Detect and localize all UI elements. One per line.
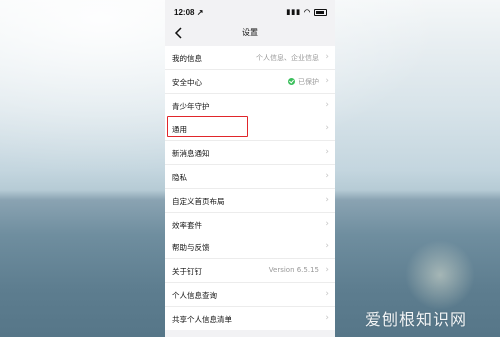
protected-status: 已保护 [298, 78, 319, 86]
phone-screen: 12:08 ↗ ▮▮▮ ◠ 设置 我的信息 个人信息、企业信息 › 安全中心 已… [165, 0, 335, 337]
battery-icon [314, 8, 327, 16]
row-label: 隐私 [172, 173, 187, 182]
settings-row-security-center[interactable]: 安全中心 已保护 › [165, 70, 335, 94]
row-value: 已保护 [288, 77, 319, 87]
status-time: 12:08 ↗ [174, 8, 203, 17]
version-text: Version 6.5.15 [268, 266, 319, 274]
status-bar: 12:08 ↗ ▮▮▮ ◠ [165, 0, 335, 22]
wifi-icon: ◠ [303, 9, 312, 16]
settings-row-notifications[interactable]: 新消息通知 › [165, 141, 335, 165]
settings-row-shared-info-list[interactable]: 共享个人信息清单 › [165, 307, 335, 330]
row-label: 安全中心 [172, 78, 202, 87]
settings-row-privacy[interactable]: 隐私 › [165, 165, 335, 189]
row-label: 关于钉钉 [172, 267, 202, 276]
chevron-right-icon: › [325, 52, 329, 62]
chevron-right-icon: › [325, 123, 329, 133]
chevron-right-icon: › [325, 265, 329, 275]
row-label: 帮助与反馈 [172, 243, 210, 252]
nav-bar: 设置 [165, 22, 335, 44]
chevron-right-icon: › [325, 100, 329, 110]
settings-section-account: 我的信息 个人信息、企业信息 › 安全中心 已保护 › 青少年守护 › [165, 46, 335, 117]
watermark: 爱刨根知识网 [365, 310, 468, 329]
status-time-text: 12:08 [174, 8, 195, 17]
chevron-right-icon: › [325, 147, 329, 157]
row-label: 共享个人信息清单 [172, 315, 232, 324]
settings-row-my-info[interactable]: 我的信息 个人信息、企业信息 › [165, 46, 335, 70]
settings-row-about-dingtalk[interactable]: 关于钉钉 Version 6.5.15 › [165, 259, 335, 283]
status-icons: ▮▮▮ ◠ [286, 8, 327, 16]
row-label: 自定义首页布局 [172, 197, 225, 206]
lens-flare [405, 240, 475, 310]
row-label: 新消息通知 [172, 149, 210, 158]
shield-icon [288, 78, 295, 85]
highlight-box [167, 116, 248, 137]
row-label: 青少年守护 [172, 102, 210, 111]
row-label: 效率套件 [172, 221, 202, 230]
chevron-right-icon: › [325, 171, 329, 181]
location-icon: ↗ [196, 8, 204, 17]
chevron-right-icon: › [325, 241, 329, 251]
row-label: 我的信息 [172, 54, 202, 63]
chevron-right-icon: › [325, 289, 329, 299]
signal-icon: ▮▮▮ [286, 9, 301, 16]
chevron-right-icon: › [325, 195, 329, 205]
settings-row-teen-guard[interactable]: 青少年守护 › [165, 94, 335, 117]
settings-row-home-layout[interactable]: 自定义首页布局 › [165, 189, 335, 213]
settings-row-efficiency-suite[interactable]: 效率套件 › [165, 213, 335, 236]
page-title: 设置 [242, 28, 258, 37]
chevron-right-icon: › [325, 76, 329, 86]
row-label: 个人信息查询 [172, 291, 217, 300]
chevron-right-icon: › [325, 313, 329, 323]
row-value: 个人信息、企业信息 [256, 54, 319, 62]
settings-row-personal-info-query[interactable]: 个人信息查询 › [165, 283, 335, 307]
settings-section-about: 帮助与反馈 › 关于钉钉 Version 6.5.15 › 个人信息查询 › 共… [165, 235, 335, 330]
chevron-right-icon: › [325, 219, 329, 229]
settings-row-help-feedback[interactable]: 帮助与反馈 › [165, 235, 335, 259]
